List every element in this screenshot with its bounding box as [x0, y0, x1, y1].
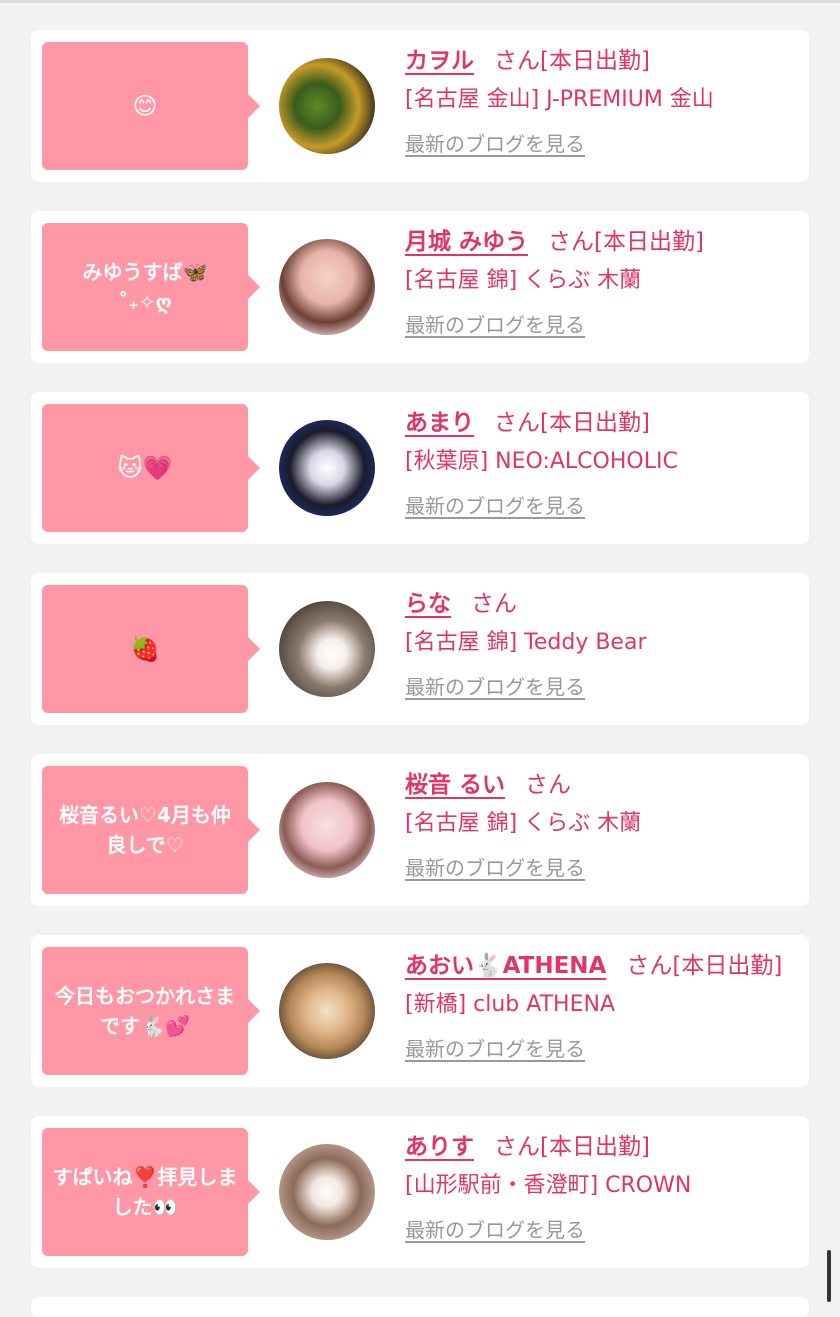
message-bubble: すぱいね❣️拝見しました👀 [42, 1128, 260, 1256]
avatar[interactable] [279, 239, 375, 335]
item-info: ありす さん[本日出勤] [山形駅前・香澄町] CROWN 最新のブログを見る [405, 1130, 805, 1244]
name-row: らな さん [405, 587, 805, 621]
avatar[interactable] [279, 601, 375, 697]
avatar[interactable] [279, 58, 375, 154]
cast-status: さん[本日出勤] [548, 229, 704, 255]
item-info: らな さん [名古屋 錦] Teddy Bear 最新のブログを見る [405, 587, 805, 701]
list-item: 🍓 らな さん [名古屋 錦] Teddy Bear 最新のブログを見る [31, 573, 809, 725]
cast-status: さん [525, 772, 572, 798]
name-row: あおい🐇ATHENA さん[本日出勤] [405, 949, 805, 983]
item-info: 月城 みゆう さん[本日出勤] [名古屋 錦] くらぶ 木蘭 最新のブログを見る [405, 225, 805, 339]
message-bubble: 今日もおつかれさまです🐇💕 [42, 947, 260, 1075]
list-item: 🐱💗 あまり さん[本日出勤] [秋葉原] NEO:ALCOHOLIC 最新のブロ… [31, 392, 809, 544]
message-bubble: 🐱💗 [42, 404, 260, 532]
name-row: あまり さん[本日出勤] [405, 406, 805, 440]
name-row: 桜音 るい さん [405, 768, 805, 802]
latest-blog-link[interactable]: 最新のブログを見る [405, 492, 585, 520]
list-item-partial [31, 1297, 809, 1317]
shop-label: [秋葉原] NEO:ALCOHOLIC [405, 449, 678, 474]
list-item: みゆうすば🦋 ˚₊✧ღ 月城 みゆう さん[本日出勤] [名古屋 錦] くらぶ 木… [31, 211, 809, 363]
latest-blog-link[interactable]: 最新のブログを見る [405, 311, 585, 339]
shop-label: [名古屋 金山] J-PREMIUM 金山 [405, 87, 714, 112]
avatar[interactable] [279, 963, 375, 1059]
cast-name-link[interactable]: あまり [405, 410, 474, 436]
list-item: 😊 カヲル さん[本日出勤] [名古屋 金山] J-PREMIUM 金山 最新のブ… [31, 30, 809, 182]
message-bubble: 🍓 [42, 585, 260, 713]
latest-blog-link[interactable]: 最新のブログを見る [405, 130, 585, 158]
latest-blog-link[interactable]: 最新のブログを見る [405, 1216, 585, 1244]
shop-label: [新橋] club ATHENA [405, 992, 615, 1017]
latest-blog-link[interactable]: 最新のブログを見る [405, 854, 585, 882]
cast-name-link[interactable]: あおい🐇ATHENA [405, 953, 606, 979]
shop-label: [名古屋 錦] くらぶ 木蘭 [405, 268, 642, 293]
avatar[interactable] [279, 420, 375, 516]
item-info: カヲル さん[本日出勤] [名古屋 金山] J-PREMIUM 金山 最新のブログ… [405, 44, 805, 158]
scrollbar[interactable] [827, 1250, 831, 1302]
top-divider [0, 0, 840, 3]
latest-blog-link[interactable]: 最新のブログを見る [405, 1035, 585, 1063]
shop-label: [名古屋 錦] Teddy Bear [405, 630, 647, 655]
name-row: ありす さん[本日出勤] [405, 1130, 805, 1164]
list-item: 今日もおつかれさまです🐇💕 あおい🐇ATHENA さん[本日出勤] [新橋] cl… [31, 935, 809, 1087]
list-item: 桜音るい♡4月も仲良しで♡ 桜音 るい さん [名古屋 錦] くらぶ 木蘭 最新の… [31, 754, 809, 906]
shop-label: [名古屋 錦] くらぶ 木蘭 [405, 811, 642, 836]
cast-name-link[interactable]: カヲル [405, 48, 474, 74]
cast-name-link[interactable]: らな [405, 591, 451, 617]
cast-status: さん[本日出勤] [494, 410, 650, 436]
cast-status: さん [471, 591, 517, 617]
avatar[interactable] [279, 1144, 375, 1240]
blog-comment-list: 😊 カヲル さん[本日出勤] [名古屋 金山] J-PREMIUM 金山 最新のブ… [31, 30, 809, 1297]
item-info: あおい🐇ATHENA さん[本日出勤] [新橋] club ATHENA 最新のブ… [405, 949, 805, 1063]
message-bubble: 桜音るい♡4月も仲良しで♡ [42, 766, 260, 894]
message-bubble: みゆうすば🦋 ˚₊✧ღ [42, 223, 260, 351]
shop-label: [山形駅前・香澄町] CROWN [405, 1173, 692, 1198]
cast-status: さん[本日出勤] [626, 953, 783, 979]
cast-name-link[interactable]: 月城 みゆう [405, 229, 528, 255]
cast-name-link[interactable]: 桜音 るい [405, 772, 505, 798]
name-row: カヲル さん[本日出勤] [405, 44, 805, 78]
cast-status: さん[本日出勤] [494, 48, 650, 74]
cast-name-link[interactable]: ありす [405, 1134, 474, 1160]
avatar[interactable] [279, 782, 375, 878]
latest-blog-link[interactable]: 最新のブログを見る [405, 673, 585, 701]
list-item: すぱいね❣️拝見しました👀 ありす さん[本日出勤] [山形駅前・香澄町] CRO… [31, 1116, 809, 1268]
item-info: 桜音 るい さん [名古屋 錦] くらぶ 木蘭 最新のブログを見る [405, 768, 805, 882]
item-info: あまり さん[本日出勤] [秋葉原] NEO:ALCOHOLIC 最新のブログを見… [405, 406, 805, 520]
name-row: 月城 みゆう さん[本日出勤] [405, 225, 805, 259]
cast-status: さん[本日出勤] [494, 1134, 650, 1160]
message-bubble: 😊 [42, 42, 260, 170]
